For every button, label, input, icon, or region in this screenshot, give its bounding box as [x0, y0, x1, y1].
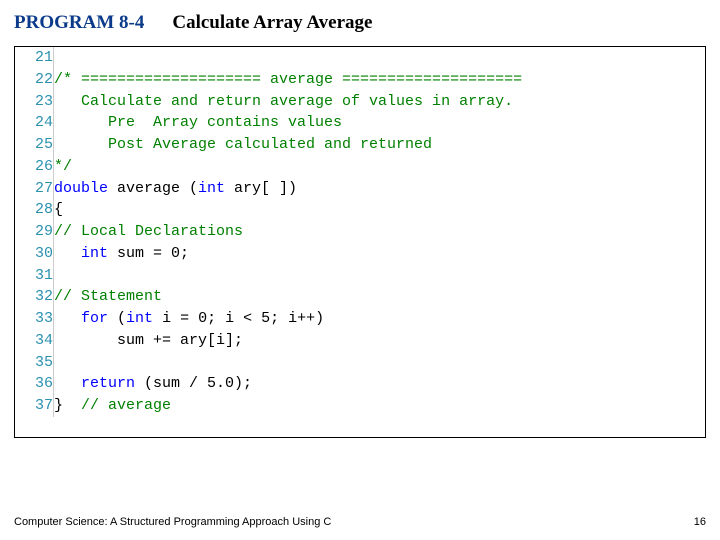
line-number: 25 [15, 134, 54, 156]
line-number: 29 [15, 221, 54, 243]
code-line: 35 [15, 352, 705, 374]
page-number: 16 [694, 516, 706, 528]
line-source: int sum = 0; [54, 243, 706, 265]
code-line: 25 Post Average calculated and returned [15, 134, 705, 156]
program-label: PROGRAM 8-4 [14, 12, 144, 34]
code-line: 21 [15, 47, 705, 69]
line-number: 22 [15, 69, 54, 91]
code-token: } [54, 397, 81, 414]
line-source [54, 352, 706, 374]
line-source: Pre Array contains values [54, 112, 706, 134]
line-number: 28 [15, 199, 54, 221]
line-source: Post Average calculated and returned [54, 134, 706, 156]
line-number: 21 [15, 47, 54, 69]
code-token: (sum / 5.0); [135, 375, 252, 392]
line-number: 36 [15, 373, 54, 395]
code-line: 33 for (int i = 0; i < 5; i++) [15, 308, 705, 330]
code-token: Pre Array contains values [54, 114, 342, 131]
code-token: int [81, 245, 108, 262]
code-line: 32// Statement [15, 286, 705, 308]
code-token: for [81, 310, 108, 327]
code-line: 24 Pre Array contains values [15, 112, 705, 134]
code-line: 30 int sum = 0; [15, 243, 705, 265]
line-number: 26 [15, 156, 54, 178]
code-token: int [126, 310, 153, 327]
code-token: double [54, 180, 108, 197]
line-source: */ [54, 156, 706, 178]
code-token: Calculate and return average of values i… [54, 93, 513, 110]
code-line: 28{ [15, 199, 705, 221]
program-title: Calculate Array Average [172, 12, 372, 34]
line-source: } // average [54, 395, 706, 417]
line-source: // Statement [54, 286, 706, 308]
line-number: 32 [15, 286, 54, 308]
code-token: sum += ary[i]; [54, 332, 243, 349]
line-number: 23 [15, 91, 54, 113]
code-token: { [54, 201, 63, 218]
code-token: // Local Declarations [54, 223, 243, 240]
line-number: 37 [15, 395, 54, 417]
line-source [54, 47, 706, 69]
line-source [54, 265, 706, 287]
code-line: 37} // average [15, 395, 705, 417]
slide-footer: Computer Science: A Structured Programmi… [14, 516, 706, 528]
line-number: 24 [15, 112, 54, 134]
code-token: average ( [108, 180, 198, 197]
slide-header: PROGRAM 8-4 Calculate Array Average [0, 0, 720, 42]
code-table: 2122/* ==================== average ====… [15, 47, 705, 417]
code-listing: 2122/* ==================== average ====… [14, 46, 706, 438]
code-line: 31 [15, 265, 705, 287]
line-source: for (int i = 0; i < 5; i++) [54, 308, 706, 330]
line-source: return (sum / 5.0); [54, 373, 706, 395]
code-token: */ [54, 158, 72, 175]
line-number: 33 [15, 308, 54, 330]
code-token: sum = 0; [108, 245, 189, 262]
book-title: Computer Science: A Structured Programmi… [14, 516, 331, 528]
line-number: 27 [15, 178, 54, 200]
code-line: 29// Local Declarations [15, 221, 705, 243]
line-source: { [54, 199, 706, 221]
line-source: /* ==================== average ========… [54, 69, 706, 91]
code-line: 26*/ [15, 156, 705, 178]
code-token: /* ==================== average ========… [54, 71, 522, 88]
code-line: 27double average (int ary[ ]) [15, 178, 705, 200]
line-source: // Local Declarations [54, 221, 706, 243]
line-source: Calculate and return average of values i… [54, 91, 706, 113]
code-token: Post Average calculated and returned [54, 136, 432, 153]
line-number: 34 [15, 330, 54, 352]
code-token: i = 0; i < 5; i++) [153, 310, 324, 327]
code-token: // average [81, 397, 171, 414]
line-number: 35 [15, 352, 54, 374]
line-source: double average (int ary[ ]) [54, 178, 706, 200]
code-token [54, 375, 81, 392]
code-token [54, 245, 81, 262]
code-token: ( [108, 310, 126, 327]
line-source: sum += ary[i]; [54, 330, 706, 352]
code-token: ary[ ]) [225, 180, 297, 197]
code-token [54, 310, 81, 327]
code-token: // Statement [54, 288, 162, 305]
line-number: 31 [15, 265, 54, 287]
line-number: 30 [15, 243, 54, 265]
code-line: 36 return (sum / 5.0); [15, 373, 705, 395]
code-line: 23 Calculate and return average of value… [15, 91, 705, 113]
code-line: 22/* ==================== average ======… [15, 69, 705, 91]
code-token: return [81, 375, 135, 392]
code-line: 34 sum += ary[i]; [15, 330, 705, 352]
code-token: int [198, 180, 225, 197]
